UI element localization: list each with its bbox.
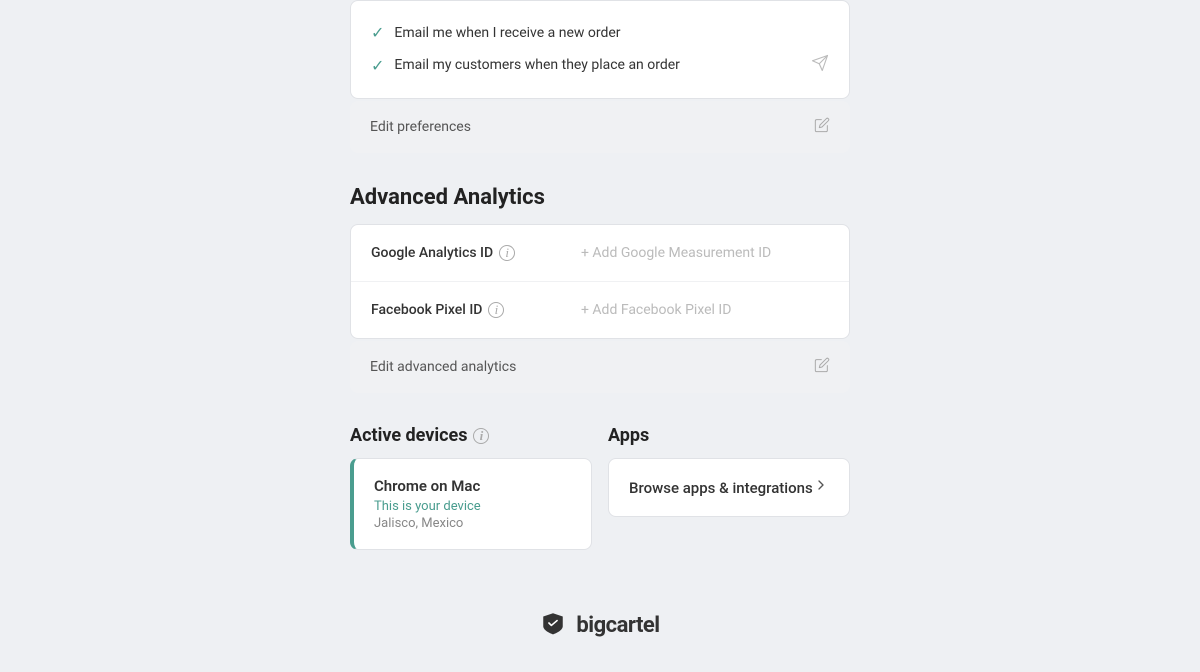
facebook-pixel-label-group: Facebook Pixel ID i — [371, 302, 561, 318]
facebook-pixel-label: Facebook Pixel ID — [371, 302, 482, 318]
check-icon-receive: ✓ — [371, 23, 384, 42]
browse-apps-label: Browse apps & integrations — [629, 479, 813, 497]
notification-card: ✓ Email me when I receive a new order ✓ … — [350, 0, 850, 99]
device-name: Chrome on Mac — [374, 477, 571, 495]
notification-item-customer: ✓ Email my customers when they place an … — [371, 48, 829, 82]
edit-preferences-label: Edit preferences — [370, 119, 471, 135]
google-analytics-add-link[interactable]: + Add Google Measurement ID — [581, 245, 771, 261]
google-analytics-row: Google Analytics ID i + Add Google Measu… — [351, 225, 849, 282]
facebook-pixel-add-link[interactable]: + Add Facebook Pixel ID — [581, 302, 731, 318]
active-devices-title: Active devices — [350, 425, 467, 446]
edit-advanced-analytics-bar[interactable]: Edit advanced analytics — [350, 341, 850, 393]
device-location: Jalisco, Mexico — [374, 516, 571, 531]
notification-customer-text: Email my customers when they place an or… — [394, 57, 680, 73]
active-devices-info-icon[interactable]: i — [473, 428, 489, 444]
chevron-right-icon — [813, 477, 829, 498]
footer: bigcartel — [350, 610, 850, 671]
device-card: Chrome on Mac This is your device Jalisc… — [350, 458, 592, 550]
edit-preferences-bar[interactable]: Edit preferences — [350, 101, 850, 153]
notification-item-receive: ✓ Email me when I receive a new order — [371, 17, 829, 48]
facebook-pixel-info-icon[interactable]: i — [488, 302, 504, 318]
send-icon — [811, 54, 829, 76]
device-tag: This is your device — [374, 499, 571, 514]
apps-title: Apps — [608, 425, 850, 446]
analytics-card: Google Analytics ID i + Add Google Measu… — [350, 224, 850, 339]
active-devices-title-group: Active devices i — [350, 425, 592, 446]
apps-link-card[interactable]: Browse apps & integrations — [608, 458, 850, 517]
notification-receive-text: Email me when I receive a new order — [394, 25, 620, 41]
advanced-analytics-title: Advanced Analytics — [350, 185, 850, 210]
edit-advanced-analytics-label: Edit advanced analytics — [370, 359, 516, 375]
bottom-grid: Active devices i Chrome on Mac This is y… — [350, 425, 850, 550]
google-analytics-label-group: Google Analytics ID i — [371, 245, 561, 261]
active-devices-section: Active devices i Chrome on Mac This is y… — [350, 425, 592, 550]
google-analytics-label: Google Analytics ID — [371, 245, 493, 261]
facebook-pixel-row: Facebook Pixel ID i + Add Facebook Pixel… — [351, 282, 849, 338]
apps-section: Apps Browse apps & integrations — [608, 425, 850, 550]
check-icon-customer: ✓ — [371, 56, 384, 75]
google-analytics-info-icon[interactable]: i — [499, 245, 515, 261]
pencil-icon-analytics — [814, 357, 830, 377]
bigcartel-logo-icon — [540, 610, 566, 641]
pencil-icon-preferences — [814, 117, 830, 137]
bigcartel-logo-text: bigcartel — [576, 613, 659, 638]
